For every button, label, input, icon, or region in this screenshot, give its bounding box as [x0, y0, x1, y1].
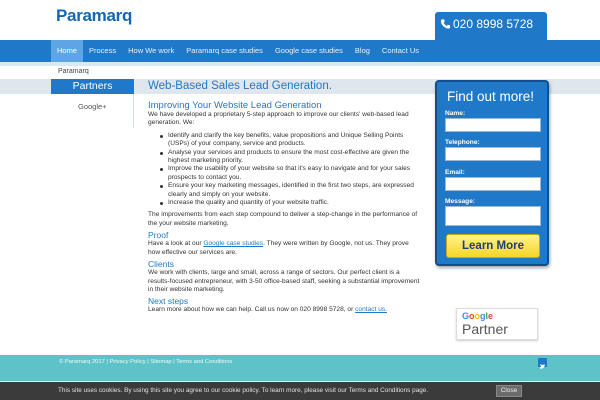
learn-more-button[interactable]: Learn More — [446, 234, 540, 258]
partner-text: Partner — [462, 321, 508, 337]
email-input[interactable] — [445, 177, 541, 191]
google-partner-badge[interactable]: Google Partner — [456, 308, 538, 340]
google-plus-logo[interactable]: Google+ — [78, 102, 107, 111]
contact-us-link[interactable]: contact us. — [355, 306, 387, 313]
google-case-studies-link[interactable]: Google case studies — [203, 240, 263, 247]
next-steps-text-start: Learn more about how we can help. Call u… — [148, 306, 356, 314]
footer-links[interactable]: © Paramarq 2017 | Privacy Policy | Sitem… — [59, 359, 232, 365]
step-list-item: Ensure your key marketing messages, iden… — [158, 182, 420, 199]
step-list-item: Improve the usability of your website so… — [158, 165, 420, 182]
main-navigation: Home Process How We work Paramarq case stud… — [0, 40, 600, 62]
nav-divider — [0, 62, 600, 66]
phone-number: 020 8998 5728 — [453, 17, 534, 31]
footer-band — [0, 371, 600, 381]
nav-item-process[interactable]: Process — [83, 40, 122, 62]
message-input[interactable] — [445, 206, 541, 226]
proof-heading: Proof — [148, 230, 169, 241]
message-label: Message: — [445, 198, 476, 205]
top-header: Paramarq 020 8998 5728 — [0, 0, 600, 42]
nav-item-contact-us[interactable]: Contact Us — [376, 40, 425, 62]
phone-icon — [440, 19, 451, 29]
partners-heading: Partners — [51, 79, 134, 94]
telephone-input[interactable] — [445, 147, 541, 161]
phone-number-box[interactable]: 020 8998 5728 — [435, 12, 547, 42]
google-wordmark: Google — [462, 311, 494, 321]
proof-text: Have a look at our Google case studies. … — [148, 240, 420, 257]
twitter-bird-icon — [540, 364, 546, 369]
step-list-item: Analyse your services and products to en… — [158, 149, 420, 166]
breadcrumb[interactable]: Paramarq — [58, 68, 89, 75]
footer: © Paramarq 2017 | Privacy Policy | Sitem… — [0, 355, 600, 371]
clients-text: We work with clients, large and small, a… — [148, 269, 420, 293]
step-list-item: Identify and clarify the key benefits, v… — [158, 132, 420, 149]
cookie-notice: This site uses cookies. By using this si… — [0, 382, 600, 400]
contact-form: Find out more! Name: Telephone: Email: M… — [435, 80, 549, 266]
name-input[interactable] — [445, 118, 541, 132]
name-label: Name: — [445, 110, 466, 117]
section-heading: Improving Your Website Lead Generation — [148, 100, 322, 111]
nav-item-home[interactable]: Home — [51, 40, 84, 62]
nav-item-paramarq-case-studies[interactable]: Paramarq case studies — [180, 40, 269, 62]
steps-list: Identify and clarify the key benefits, v… — [158, 132, 420, 208]
next-steps-text: Learn more about how we can help. Call u… — [148, 306, 420, 314]
main-content: Improving Your Website Lead Generation W… — [148, 100, 420, 317]
cookie-close-button[interactable]: Close — [496, 385, 522, 397]
site-logo[interactable]: Paramarq — [56, 6, 132, 26]
cookie-text: This site uses cookies. By using this si… — [58, 387, 429, 394]
twitter-icon[interactable] — [538, 358, 547, 369]
summary-text: The improvements from each step compound… — [148, 211, 418, 227]
nav-item-blog[interactable]: Blog — [349, 40, 376, 62]
intro-text: We have developed a proprietary 5-step a… — [148, 111, 409, 127]
nav-item-google-case-studies[interactable]: Google case studies — [269, 40, 349, 62]
page-title: Web-Based Sales Lead Generation. — [148, 80, 332, 92]
telephone-label: Telephone: — [445, 139, 480, 146]
partners-panel: Google+ — [51, 94, 134, 128]
proof-text-start: Have a look at our — [148, 240, 204, 248]
clients-heading: Clients — [148, 259, 174, 270]
nav-list: Home Process How We work Paramarq case stud… — [51, 40, 425, 62]
next-steps-heading: Next steps — [148, 296, 189, 307]
nav-item-how-we-work[interactable]: How We work — [122, 40, 180, 62]
step-list-item: Increase the quality and quantity of you… — [158, 199, 420, 207]
email-label: Email: — [445, 169, 465, 176]
form-title: Find out more! — [447, 89, 535, 104]
